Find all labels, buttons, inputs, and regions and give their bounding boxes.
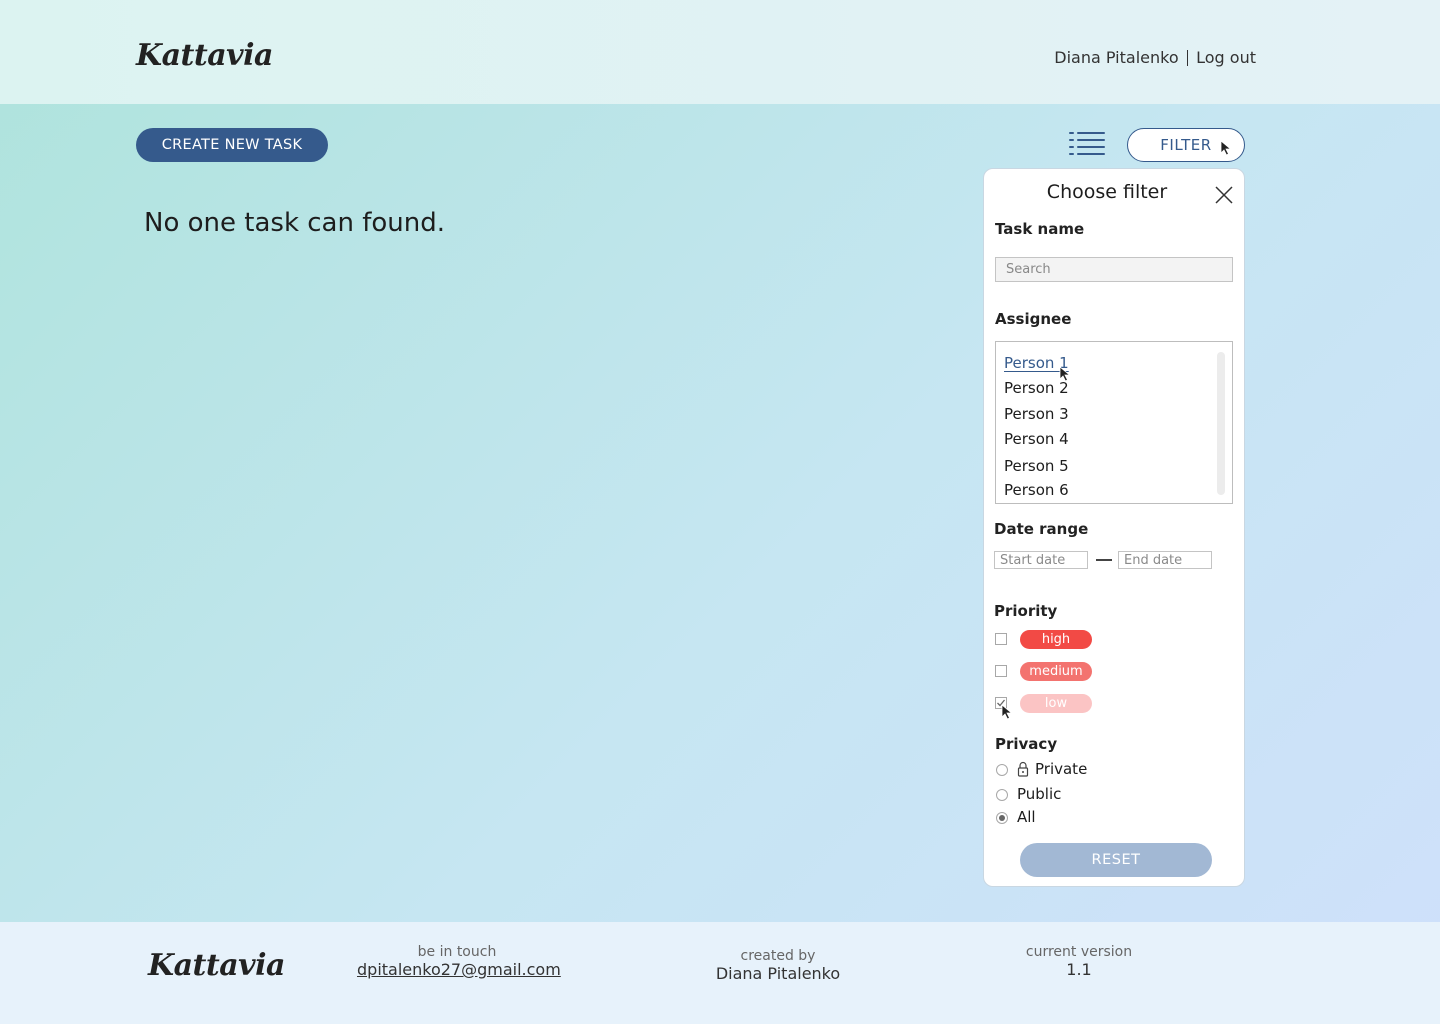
list-icon[interactable]	[1068, 130, 1106, 158]
assignee-scrollbar[interactable]	[1217, 352, 1225, 495]
assignee-option-person-4[interactable]: Person 4	[1004, 430, 1069, 448]
priority-high-checkbox[interactable]	[995, 633, 1007, 645]
start-date-input[interactable]	[994, 551, 1088, 569]
footer-logo[interactable]: Kattavia	[148, 948, 285, 983]
created-name: Diana Pitalenko	[715, 964, 841, 983]
privacy-all-label: All	[1017, 808, 1036, 826]
privacy-private-text: Private	[1035, 760, 1088, 778]
assignee-label: Assignee	[995, 310, 1072, 328]
filter-button-label: FILTER	[1160, 136, 1212, 154]
privacy-all-radio[interactable]	[996, 812, 1008, 824]
user-name: Diana Pitalenko	[1054, 48, 1179, 67]
logout-link[interactable]: Log out	[1196, 48, 1256, 67]
assignee-option-person-6[interactable]: Person 6	[1004, 481, 1069, 499]
footer-credits: created by Diana Pitalenko	[698, 948, 858, 983]
privacy-private-label: Private	[1017, 760, 1087, 778]
priority-label: Priority	[994, 602, 1058, 620]
contact-label: be in touch	[417, 944, 497, 960]
assignee-option-person-5[interactable]: Person 5	[1004, 457, 1069, 475]
cursor-icon	[1001, 704, 1013, 720]
create-new-task-button[interactable]: CREATE NEW TASK	[136, 128, 328, 162]
empty-message: No one task can found.	[144, 208, 446, 238]
filter-panel: Choose filter Task name Assignee Person …	[983, 168, 1245, 887]
assignee-option-person-3[interactable]: Person 3	[1004, 405, 1069, 423]
priority-low-badge: low	[1020, 694, 1092, 713]
separator	[1186, 49, 1189, 66]
radio-dot	[999, 815, 1005, 821]
cursor-icon	[1220, 140, 1232, 156]
version-value: 1.1	[1066, 960, 1092, 979]
cursor-icon	[1059, 366, 1071, 382]
footer-version: current version 1.1	[1004, 944, 1154, 979]
privacy-label: Privacy	[995, 735, 1058, 753]
priority-high-badge: high	[1020, 630, 1092, 649]
assignee-list[interactable]: Person 1 Person 2 Person 3 Person 4 Pers…	[995, 341, 1233, 504]
user-area: Diana Pitalenko Log out	[1054, 48, 1256, 67]
footer-contact: be in touch dpitalenko27@gmail.com	[357, 944, 561, 979]
privacy-public-label: Public	[1017, 785, 1062, 803]
privacy-public-radio[interactable]	[996, 789, 1008, 801]
version-label: current version	[1025, 944, 1133, 960]
footer: Kattavia be in touch dpitalenko27@gmail.…	[0, 922, 1440, 1024]
lock-icon	[1017, 761, 1029, 777]
close-icon[interactable]	[1214, 185, 1234, 205]
privacy-private-radio[interactable]	[996, 764, 1008, 776]
date-range-label: Date range	[994, 520, 1089, 538]
panel-title: Choose filter	[1046, 181, 1168, 203]
priority-medium-checkbox[interactable]	[995, 665, 1007, 677]
reset-button[interactable]: RESET	[1020, 843, 1212, 877]
created-label: created by	[740, 948, 816, 964]
logo[interactable]: Kattavia	[136, 38, 273, 73]
contact-email-link[interactable]: dpitalenko27@gmail.com	[357, 960, 561, 979]
priority-medium-badge: medium	[1020, 662, 1092, 681]
header: Kattavia Diana Pitalenko Log out	[0, 0, 1440, 104]
task-name-label: Task name	[995, 220, 1085, 238]
date-range-dash	[1096, 559, 1112, 561]
task-name-search-input[interactable]	[995, 257, 1233, 282]
end-date-input[interactable]	[1118, 551, 1212, 569]
